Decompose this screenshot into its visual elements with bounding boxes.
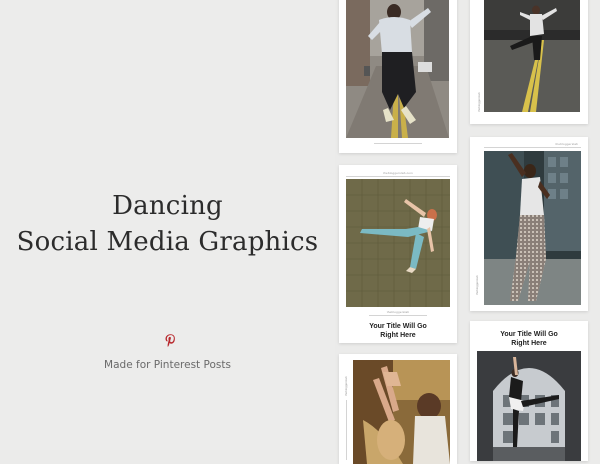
card-4-header-url: thebloggerslab (555, 142, 578, 146)
template-card-2[interactable]: thebloggerslab (470, 0, 588, 124)
card-1-rule (374, 143, 422, 144)
card-2-side-text: thebloggerslab (477, 92, 481, 112)
card-5-caption-line-1: Your Title Will Go (500, 331, 558, 338)
card-3-caption-line-1: Your Title Will Go (369, 323, 427, 330)
card-3-header-rule (346, 176, 450, 177)
card-3-header-url: thebloggerslab.com (383, 171, 413, 175)
card-6-side-text: thebloggerslab (344, 376, 348, 396)
card-4-photo (484, 151, 581, 305)
card-5-caption-line-2: Right Here (511, 340, 547, 347)
card-6-side-rule (346, 400, 347, 460)
card-3-footer-url: thebloggerslab (386, 310, 410, 314)
hero-title-line-1: Dancing (112, 191, 223, 221)
card-1-photo (346, 0, 449, 138)
card-2-photo (484, 0, 580, 112)
card-3-photo (346, 179, 450, 307)
hero-subtitle: Made for Pinterest Posts (104, 359, 231, 371)
card-3-caption-line-2: Right Here (380, 332, 416, 339)
template-card-1[interactable] (339, 0, 457, 153)
card-6-photo (353, 360, 450, 464)
card-5-photo (477, 351, 581, 461)
template-card-5[interactable]: Your Title Will Go Right Here (470, 321, 588, 461)
hero-title-line-2: Social Media Graphics (16, 227, 319, 257)
card-4-header-rule (484, 147, 581, 148)
pinterest-icon (165, 334, 175, 347)
card-3-footer-rule (369, 315, 427, 316)
template-card-3[interactable]: thebloggerslab.com thebloggerslab Your T… (339, 165, 457, 343)
card-4-side-text: thebloggerslab (475, 275, 479, 295)
hero-panel: Dancing Social Media Graphics Made for P… (0, 0, 335, 450)
template-card-6[interactable]: thebloggerslab (339, 354, 457, 464)
template-card-4[interactable]: thebloggerslab thebloggerslab (470, 137, 588, 311)
